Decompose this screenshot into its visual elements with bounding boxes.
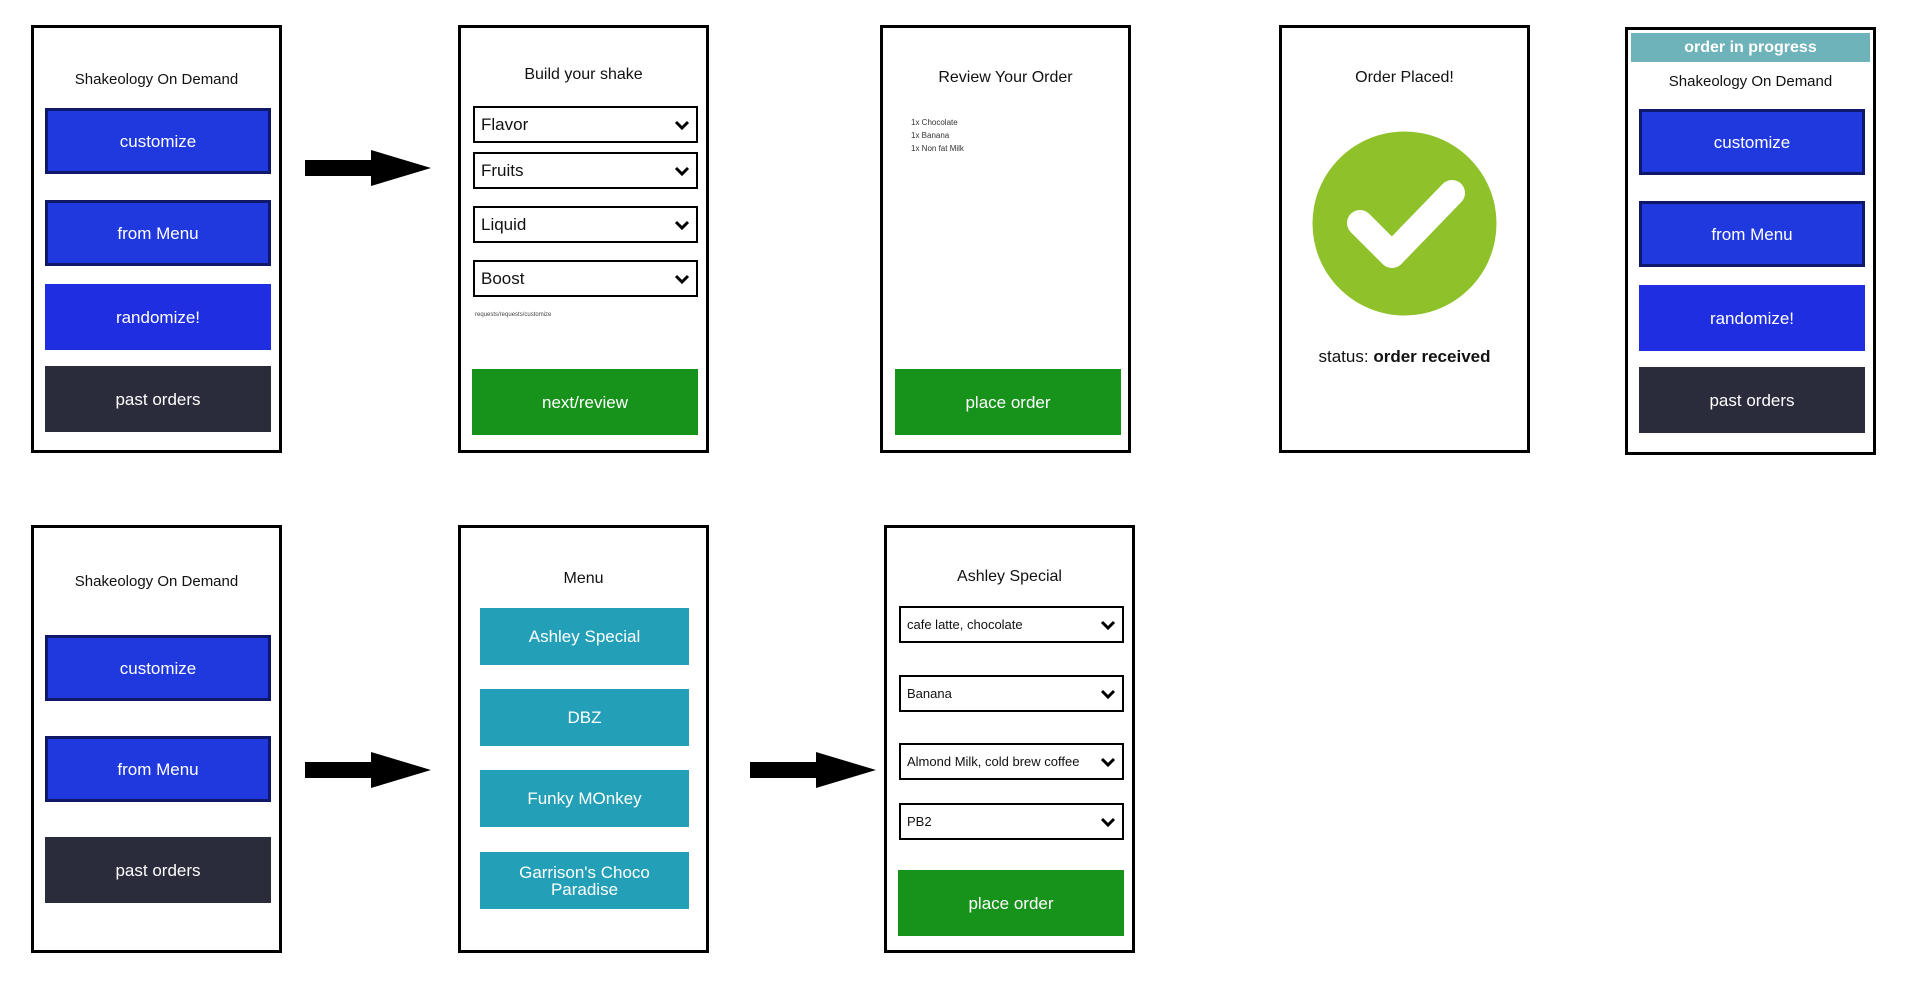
order-item: 1x Banana xyxy=(911,130,950,140)
liquid-dropdown[interactable]: Almond Milk, cold brew coffee xyxy=(899,743,1124,780)
chevron-down-icon xyxy=(1100,689,1116,699)
app-title: Shakeology On Demand xyxy=(1668,73,1833,90)
status-label: status: xyxy=(1318,347,1369,366)
boost-dropdown[interactable]: PB2 xyxy=(899,803,1124,840)
boost-dropdown[interactable]: Boost xyxy=(473,260,698,297)
flavor-dropdown[interactable]: cafe latte, chocolate xyxy=(899,606,1124,643)
menu-item-ashley-special[interactable]: Ashley Special xyxy=(480,608,689,665)
randomize-button[interactable]: randomize! xyxy=(45,284,271,350)
past-orders-button[interactable]: past orders xyxy=(1639,367,1865,433)
boost-dropdown-label: Boost xyxy=(481,268,525,288)
chevron-down-icon xyxy=(674,166,690,176)
liquid-dropdown-label: Liquid xyxy=(481,214,527,234)
status-value: order received xyxy=(1373,347,1491,366)
flow-arrow-top xyxy=(305,150,431,186)
flow-arrow-bottom-right xyxy=(750,752,876,788)
screen-build-shake: Build your shake Flavor Fruits Liquid Bo… xyxy=(458,25,709,453)
order-items-list: 1x Chocolate 1x Banana 1x Non fat Milk xyxy=(911,117,964,155)
screen-menu: Menu Ashley Special DBZ Funky MOnkey Gar… xyxy=(458,525,709,953)
randomize-button[interactable]: randomize! xyxy=(1639,285,1865,351)
customize-button[interactable]: customize xyxy=(1639,109,1865,175)
menu-item-funky-monkey[interactable]: Funky MOnkey xyxy=(480,770,689,827)
place-order-button[interactable]: place order xyxy=(895,369,1121,435)
app-title: Shakeology On Demand xyxy=(74,573,239,590)
order-in-progress-banner[interactable]: order in progress xyxy=(1631,33,1870,62)
flow-arrow-bottom-left xyxy=(305,752,431,788)
fine-print: requests/requests/customize xyxy=(475,312,552,318)
order-status: status: order received xyxy=(1282,347,1527,367)
liquid-dropdown-value: Almond Milk, cold brew coffee xyxy=(907,754,1080,769)
fruits-dropdown[interactable]: Banana xyxy=(899,675,1124,712)
chevron-down-icon xyxy=(674,274,690,284)
flavor-dropdown[interactable]: Flavor xyxy=(473,106,698,143)
fruits-dropdown-value: Banana xyxy=(907,686,952,701)
checkmark-icon xyxy=(1312,131,1497,316)
screen-ashley-special: Ashley Special cafe latte, chocolate Ban… xyxy=(884,525,1135,953)
boost-dropdown-value: PB2 xyxy=(907,814,932,829)
chevron-down-icon xyxy=(1100,817,1116,827)
menu-title: Menu xyxy=(563,570,604,587)
place-order-button[interactable]: place order xyxy=(898,870,1124,936)
chevron-down-icon xyxy=(674,220,690,230)
menu-item-dbz[interactable]: DBZ xyxy=(480,689,689,746)
screen-home: Shakeology On Demand customize from Menu… xyxy=(31,25,282,453)
flavor-dropdown-value: cafe latte, chocolate xyxy=(907,617,1023,632)
past-orders-button[interactable]: past orders xyxy=(45,837,271,903)
order-item: 1x Chocolate xyxy=(911,118,958,127)
flavor-dropdown-label: Flavor xyxy=(481,114,529,134)
chevron-down-icon xyxy=(674,120,690,130)
fruits-dropdown[interactable]: Fruits xyxy=(473,152,698,189)
customize-button[interactable]: customize xyxy=(45,635,271,701)
fruits-dropdown-label: Fruits xyxy=(481,160,524,180)
special-title: Ashley Special xyxy=(957,568,1062,585)
screen-home-in-progress: order in progress Shakeology On Demand c… xyxy=(1625,27,1876,455)
customize-button[interactable]: customize xyxy=(45,108,271,174)
order-placed-title: Order Placed! xyxy=(1355,69,1454,86)
order-item: 1x Non fat Milk xyxy=(911,143,964,153)
past-orders-button[interactable]: past orders xyxy=(45,366,271,432)
screen-review-order: Review Your Order 1x Chocolate 1x Banana… xyxy=(880,25,1131,453)
menu-item-garrisons-choco-paradise[interactable]: Garrison's Choco Paradise xyxy=(480,852,689,909)
from-menu-button[interactable]: from Menu xyxy=(45,200,271,266)
liquid-dropdown[interactable]: Liquid xyxy=(473,206,698,243)
review-title: Review Your Order xyxy=(938,69,1073,86)
chevron-down-icon xyxy=(1100,757,1116,767)
screen-order-placed: Order Placed! status: order received xyxy=(1279,25,1530,453)
next-review-button[interactable]: next/review xyxy=(472,369,698,435)
chevron-down-icon xyxy=(1100,620,1116,630)
build-title: Build your shake xyxy=(524,66,643,83)
from-menu-button[interactable]: from Menu xyxy=(45,736,271,802)
screen-home-alt: Shakeology On Demand customize from Menu… xyxy=(31,525,282,953)
app-title: Shakeology On Demand xyxy=(74,71,239,88)
from-menu-button[interactable]: from Menu xyxy=(1639,201,1865,267)
